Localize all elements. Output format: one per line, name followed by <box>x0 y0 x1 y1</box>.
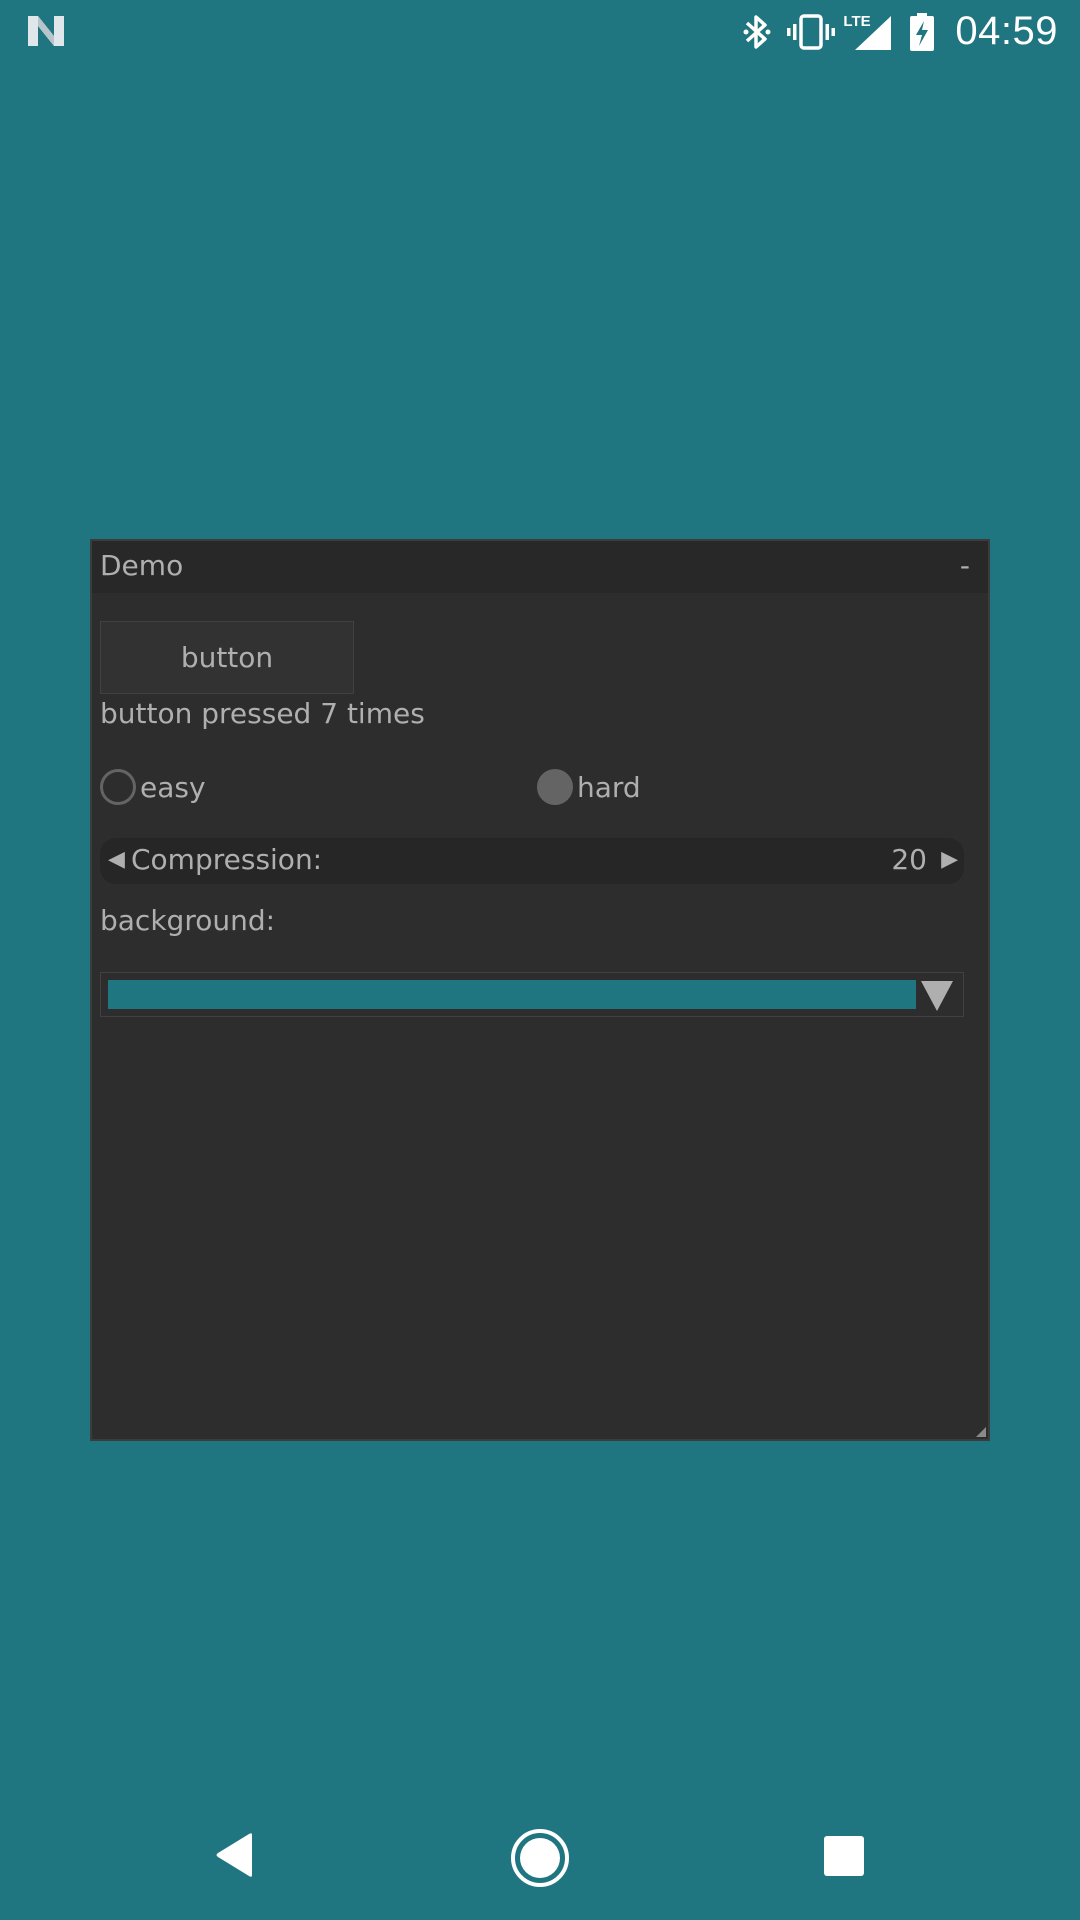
status-bar: LTE 04:59 <box>0 0 1080 63</box>
lte-label: LTE <box>843 12 871 30</box>
demo-button[interactable]: button <box>100 621 354 694</box>
vibrate-icon <box>787 13 836 50</box>
clock: 04:59 <box>955 9 1058 53</box>
compression-property[interactable]: ◀ Compression: 20 ▶ <box>100 838 964 884</box>
recents-icon[interactable] <box>824 1836 864 1876</box>
bluetooth-icon <box>743 14 771 49</box>
radio-easy-indicator[interactable] <box>100 769 136 805</box>
window-title: Demo <box>100 549 184 582</box>
background-color-combo[interactable] <box>100 972 964 1017</box>
back-icon[interactable] <box>214 1832 256 1878</box>
lte-signal-icon: LTE <box>843 12 895 52</box>
compression-label: Compression: <box>131 843 323 876</box>
radio-easy-label: easy <box>140 770 206 804</box>
home-icon[interactable] <box>510 1828 570 1888</box>
navigation-bar <box>0 1794 1080 1920</box>
button-pressed-count-label: button pressed 7 times <box>100 697 425 730</box>
radio-hard[interactable]: hard <box>537 768 641 806</box>
decrement-arrow-icon[interactable]: ◀ <box>108 847 125 872</box>
compression-value[interactable]: 20 <box>891 843 927 876</box>
window-titlebar[interactable]: Demo - <box>92 541 988 593</box>
minimize-button[interactable]: - <box>960 549 970 582</box>
battery-charging-icon <box>910 12 935 51</box>
radio-hard-label: hard <box>577 770 641 804</box>
background-color-swatch <box>108 980 916 1009</box>
triangle-down-icon[interactable] <box>921 979 953 1011</box>
resize-grip-icon[interactable] <box>976 1427 986 1437</box>
radio-hard-indicator[interactable] <box>537 769 573 805</box>
demo-window[interactable]: Demo - button button pressed 7 times eas… <box>90 539 990 1441</box>
increment-arrow-icon[interactable]: ▶ <box>941 847 958 872</box>
n-logo-icon <box>28 16 64 46</box>
background-label: background: <box>100 904 276 937</box>
radio-easy[interactable]: easy <box>100 768 206 806</box>
